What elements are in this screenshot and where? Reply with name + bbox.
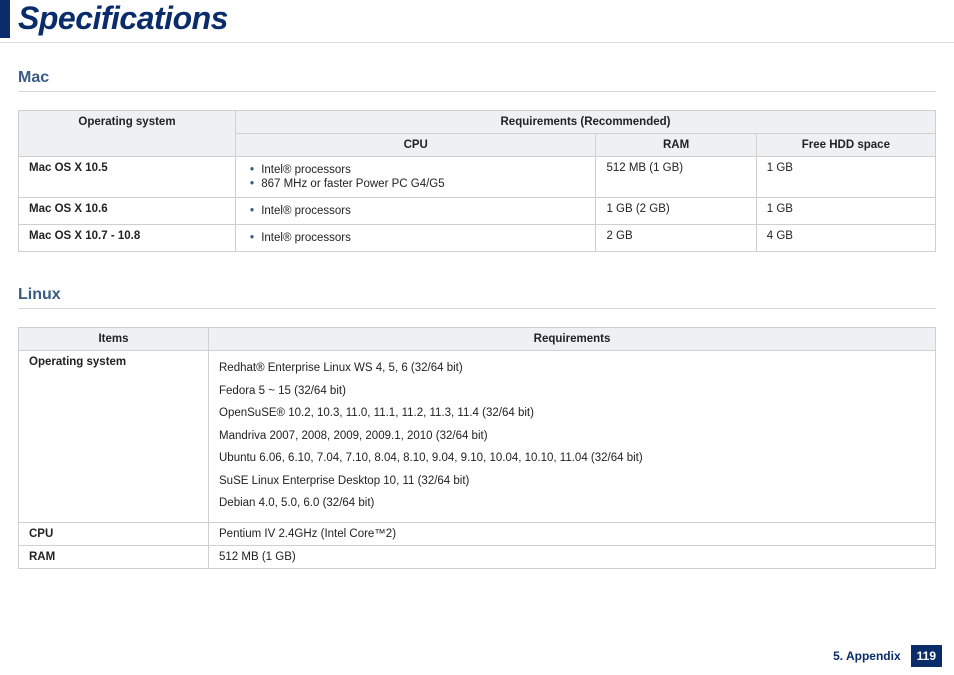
mac-os-cell: Mac OS X 10.6 <box>19 198 236 225</box>
mac-os-cell: Mac OS X 10.5 <box>19 157 236 198</box>
linux-req-cell: 512 MB (1 GB) <box>209 545 936 568</box>
table-row: CPU Pentium IV 2.4GHz (Intel Core™2) <box>19 522 936 545</box>
list-item: 867 MHz or faster Power PC G4/G5 <box>250 178 585 190</box>
table-row: Mac OS X 10.6 Intel® processors 1 GB (2 … <box>19 198 936 225</box>
list-item: Intel® processors <box>250 205 585 217</box>
linux-req-cell: Redhat® Enterprise Linux WS 4, 5, 6 (32/… <box>209 351 936 523</box>
mac-header-hdd: Free HDD space <box>756 134 935 157</box>
title-accent-mark <box>0 0 10 38</box>
mac-os-cell: Mac OS X 10.7 - 10.8 <box>19 225 236 252</box>
mac-header-os: Operating system <box>19 111 236 157</box>
req-line: SuSE Linux Enterprise Desktop 10, 11 (32… <box>219 472 925 492</box>
mac-ram-cell: 2 GB <box>596 225 756 252</box>
linux-table: Items Requirements Operating system Redh… <box>18 327 936 569</box>
mac-ram-cell: 1 GB (2 GB) <box>596 198 756 225</box>
title-bar: Specifications <box>0 0 954 43</box>
page-footer: 5. Appendix 119 <box>833 645 942 667</box>
page-title: Specifications <box>18 0 228 36</box>
linux-item-cell: Operating system <box>19 351 209 523</box>
section-heading-linux: Linux <box>18 278 936 309</box>
linux-req-cell: Pentium IV 2.4GHz (Intel Core™2) <box>209 522 936 545</box>
list-item: Intel® processors <box>250 232 585 244</box>
mac-cpu-cell: Intel® processors <box>235 198 595 225</box>
footer-section-label: 5. Appendix <box>833 649 901 663</box>
req-line: Ubuntu 6.06, 6.10, 7.04, 7.10, 8.04, 8.1… <box>219 449 925 469</box>
req-line: Redhat® Enterprise Linux WS 4, 5, 6 (32/… <box>219 359 925 379</box>
req-line: OpenSuSE® 10.2, 10.3, 11.0, 11.1, 11.2, … <box>219 404 925 424</box>
content-area: Mac Operating system Requirements (Recom… <box>0 61 954 569</box>
list-item: Intel® processors <box>250 164 585 176</box>
mac-header-ram: RAM <box>596 134 756 157</box>
section-heading-mac: Mac <box>18 61 936 92</box>
req-line: Mandriva 2007, 2008, 2009, 2009.1, 2010 … <box>219 427 925 447</box>
mac-hdd-cell: 1 GB <box>756 157 935 198</box>
mac-hdd-cell: 1 GB <box>756 198 935 225</box>
linux-item-cell: CPU <box>19 522 209 545</box>
mac-cpu-cell: Intel® processors 867 MHz or faster Powe… <box>235 157 595 198</box>
mac-ram-cell: 512 MB (1 GB) <box>596 157 756 198</box>
linux-item-cell: RAM <box>19 545 209 568</box>
req-line: Fedora 5 ~ 15 (32/64 bit) <box>219 382 925 402</box>
linux-header-items: Items <box>19 328 209 351</box>
footer-page-number: 119 <box>911 645 942 667</box>
mac-header-cpu: CPU <box>235 134 595 157</box>
table-row: Mac OS X 10.7 - 10.8 Intel® processors 2… <box>19 225 936 252</box>
mac-header-req: Requirements (Recommended) <box>235 111 935 134</box>
table-row: RAM 512 MB (1 GB) <box>19 545 936 568</box>
mac-cpu-cell: Intel® processors <box>235 225 595 252</box>
mac-hdd-cell: 4 GB <box>756 225 935 252</box>
mac-table: Operating system Requirements (Recommend… <box>18 110 936 252</box>
req-line: Debian 4.0, 5.0, 6.0 (32/64 bit) <box>219 494 925 514</box>
table-row: Mac OS X 10.5 Intel® processors 867 MHz … <box>19 157 936 198</box>
table-row: Operating system Redhat® Enterprise Linu… <box>19 351 936 523</box>
linux-header-req: Requirements <box>209 328 936 351</box>
